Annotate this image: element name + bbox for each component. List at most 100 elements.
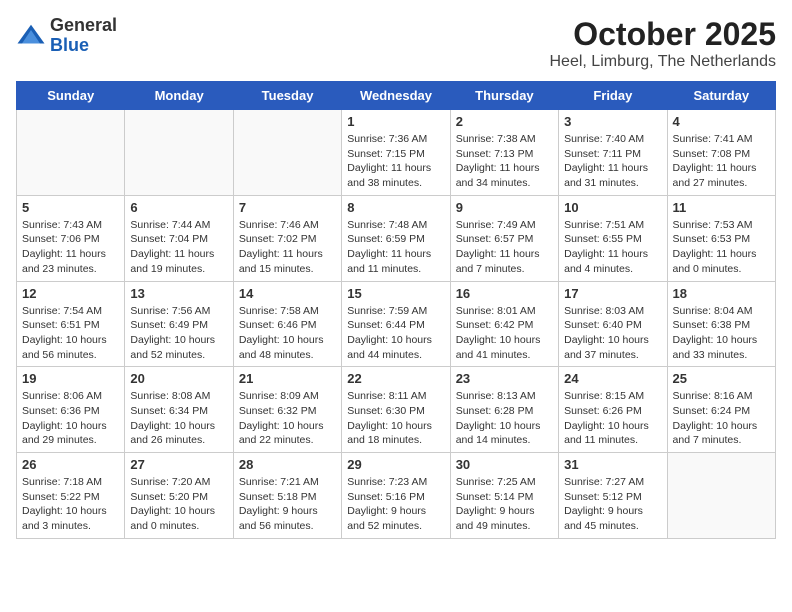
day-number: 4	[673, 114, 770, 129]
day-info: Sunrise: 7:18 AM Sunset: 5:22 PM Dayligh…	[22, 475, 119, 534]
calendar-cell: 29 Sunrise: 7:23 AM Sunset: 5:16 PM Dayli…	[342, 453, 450, 539]
day-number: 15	[347, 286, 444, 301]
calendar-cell	[125, 110, 233, 196]
calendar-cell: 7 Sunrise: 7:46 AM Sunset: 7:02 PM Daylig…	[233, 195, 341, 281]
logo: General Blue	[16, 16, 117, 56]
calendar-cell: 28 Sunrise: 7:21 AM Sunset: 5:18 PM Dayli…	[233, 453, 341, 539]
title-area: October 2025 Heel, Limburg, The Netherla…	[550, 16, 777, 71]
calendar-cell	[17, 110, 125, 196]
day-info: Sunrise: 7:59 AM Sunset: 6:44 PM Dayligh…	[347, 304, 444, 363]
calendar-cell: 20 Sunrise: 8:08 AM Sunset: 6:34 PM Dayli…	[125, 367, 233, 453]
day-info: Sunrise: 7:54 AM Sunset: 6:51 PM Dayligh…	[22, 304, 119, 363]
calendar-cell: 26 Sunrise: 7:18 AM Sunset: 5:22 PM Dayli…	[17, 453, 125, 539]
day-number: 25	[673, 371, 770, 386]
calendar-cell: 12 Sunrise: 7:54 AM Sunset: 6:51 PM Dayli…	[17, 281, 125, 367]
day-number: 6	[130, 200, 227, 215]
day-info: Sunrise: 7:40 AM Sunset: 7:11 PM Dayligh…	[564, 132, 661, 191]
calendar-cell	[233, 110, 341, 196]
page-subtitle: Heel, Limburg, The Netherlands	[550, 53, 777, 71]
day-info: Sunrise: 8:03 AM Sunset: 6:40 PM Dayligh…	[564, 304, 661, 363]
week-row-4: 19Sunrise: 8:06 AM Sunset: 6:36 PM Dayli…	[17, 367, 776, 453]
day-number: 28	[239, 457, 336, 472]
day-number: 12	[22, 286, 119, 301]
calendar-cell: 17Sunrise: 8:03 AM Sunset: 6:40 PM Dayli…	[559, 281, 667, 367]
logo-text: General Blue	[50, 16, 117, 56]
calendar-cell: 1 Sunrise: 7:36 AM Sunset: 7:15 PM Daylig…	[342, 110, 450, 196]
day-info: Sunrise: 8:01 AM Sunset: 6:42 PM Dayligh…	[456, 304, 553, 363]
calendar-cell: 23Sunrise: 8:13 AM Sunset: 6:28 PM Dayli…	[450, 367, 558, 453]
day-info: Sunrise: 8:04 AM Sunset: 6:38 PM Dayligh…	[673, 304, 770, 363]
weekday-header-monday: Monday	[125, 82, 233, 110]
day-info: Sunrise: 7:21 AM Sunset: 5:18 PM Dayligh…	[239, 475, 336, 534]
day-number: 10	[564, 200, 661, 215]
day-info: Sunrise: 7:25 AM Sunset: 5:14 PM Dayligh…	[456, 475, 553, 534]
logo-blue-text: Blue	[50, 36, 117, 56]
weekday-header-sunday: Sunday	[17, 82, 125, 110]
calendar-cell: 3 Sunrise: 7:40 AM Sunset: 7:11 PM Daylig…	[559, 110, 667, 196]
calendar-cell: 8Sunrise: 7:48 AM Sunset: 6:59 PM Daylig…	[342, 195, 450, 281]
weekday-header-friday: Friday	[559, 82, 667, 110]
week-row-5: 26 Sunrise: 7:18 AM Sunset: 5:22 PM Dayli…	[17, 453, 776, 539]
week-row-3: 12 Sunrise: 7:54 AM Sunset: 6:51 PM Dayli…	[17, 281, 776, 367]
day-number: 24	[564, 371, 661, 386]
calendar-cell: 13 Sunrise: 7:56 AM Sunset: 6:49 PM Dayli…	[125, 281, 233, 367]
day-info: Sunrise: 7:56 AM Sunset: 6:49 PM Dayligh…	[130, 304, 227, 363]
day-number: 3	[564, 114, 661, 129]
day-info: Sunrise: 8:09 AM Sunset: 6:32 PM Dayligh…	[239, 389, 336, 448]
day-number: 1	[347, 114, 444, 129]
day-info: Sunrise: 7:51 AM Sunset: 6:55 PM Dayligh…	[564, 218, 661, 277]
day-number: 20	[130, 371, 227, 386]
calendar-cell: 11 Sunrise: 7:53 AM Sunset: 6:53 PM Dayli…	[667, 195, 775, 281]
day-number: 14	[239, 286, 336, 301]
day-number: 18	[673, 286, 770, 301]
day-number: 22	[347, 371, 444, 386]
day-info: Sunrise: 7:49 AM Sunset: 6:57 PM Dayligh…	[456, 218, 553, 277]
calendar-cell	[667, 453, 775, 539]
calendar-cell: 25 Sunrise: 8:16 AM Sunset: 6:24 PM Dayli…	[667, 367, 775, 453]
day-number: 7	[239, 200, 336, 215]
day-number: 9	[456, 200, 553, 215]
day-number: 8	[347, 200, 444, 215]
calendar-cell: 6 Sunrise: 7:44 AM Sunset: 7:04 PM Daylig…	[125, 195, 233, 281]
calendar: SundayMondayTuesdayWednesdayThursdayFrid…	[16, 81, 776, 539]
day-info: Sunrise: 7:27 AM Sunset: 5:12 PM Dayligh…	[564, 475, 661, 534]
day-info: Sunrise: 7:41 AM Sunset: 7:08 PM Dayligh…	[673, 132, 770, 191]
day-number: 16	[456, 286, 553, 301]
day-number: 26	[22, 457, 119, 472]
calendar-cell: 2Sunrise: 7:38 AM Sunset: 7:13 PM Daylig…	[450, 110, 558, 196]
day-number: 11	[673, 200, 770, 215]
day-info: Sunrise: 7:46 AM Sunset: 7:02 PM Dayligh…	[239, 218, 336, 277]
day-number: 30	[456, 457, 553, 472]
calendar-cell: 24 Sunrise: 8:15 AM Sunset: 6:26 PM Dayli…	[559, 367, 667, 453]
calendar-cell: 27Sunrise: 7:20 AM Sunset: 5:20 PM Dayli…	[125, 453, 233, 539]
day-info: Sunrise: 7:44 AM Sunset: 7:04 PM Dayligh…	[130, 218, 227, 277]
weekday-header-row: SundayMondayTuesdayWednesdayThursdayFrid…	[17, 82, 776, 110]
day-info: Sunrise: 8:15 AM Sunset: 6:26 PM Dayligh…	[564, 389, 661, 448]
day-info: Sunrise: 7:23 AM Sunset: 5:16 PM Dayligh…	[347, 475, 444, 534]
day-info: Sunrise: 8:13 AM Sunset: 6:28 PM Dayligh…	[456, 389, 553, 448]
calendar-cell: 4 Sunrise: 7:41 AM Sunset: 7:08 PM Daylig…	[667, 110, 775, 196]
day-number: 13	[130, 286, 227, 301]
calendar-cell: 30 Sunrise: 7:25 AM Sunset: 5:14 PM Dayli…	[450, 453, 558, 539]
weekday-header-wednesday: Wednesday	[342, 82, 450, 110]
calendar-cell: 9 Sunrise: 7:49 AM Sunset: 6:57 PM Daylig…	[450, 195, 558, 281]
day-info: Sunrise: 8:16 AM Sunset: 6:24 PM Dayligh…	[673, 389, 770, 448]
day-info: Sunrise: 7:36 AM Sunset: 7:15 PM Dayligh…	[347, 132, 444, 191]
calendar-cell: 16 Sunrise: 8:01 AM Sunset: 6:42 PM Dayli…	[450, 281, 558, 367]
day-info: Sunrise: 8:11 AM Sunset: 6:30 PM Dayligh…	[347, 389, 444, 448]
header: General Blue October 2025 Heel, Limburg,…	[16, 16, 776, 71]
week-row-2: 5Sunrise: 7:43 AM Sunset: 7:06 PM Daylig…	[17, 195, 776, 281]
weekday-header-tuesday: Tuesday	[233, 82, 341, 110]
day-info: Sunrise: 7:53 AM Sunset: 6:53 PM Dayligh…	[673, 218, 770, 277]
day-info: Sunrise: 7:38 AM Sunset: 7:13 PM Dayligh…	[456, 132, 553, 191]
day-info: Sunrise: 8:08 AM Sunset: 6:34 PM Dayligh…	[130, 389, 227, 448]
weekday-header-thursday: Thursday	[450, 82, 558, 110]
calendar-cell: 18 Sunrise: 8:04 AM Sunset: 6:38 PM Dayli…	[667, 281, 775, 367]
calendar-cell: 15 Sunrise: 7:59 AM Sunset: 6:44 PM Dayli…	[342, 281, 450, 367]
logo-icon	[16, 21, 46, 51]
logo-general-text: General	[50, 16, 117, 36]
day-number: 29	[347, 457, 444, 472]
day-number: 21	[239, 371, 336, 386]
day-number: 31	[564, 457, 661, 472]
day-number: 27	[130, 457, 227, 472]
